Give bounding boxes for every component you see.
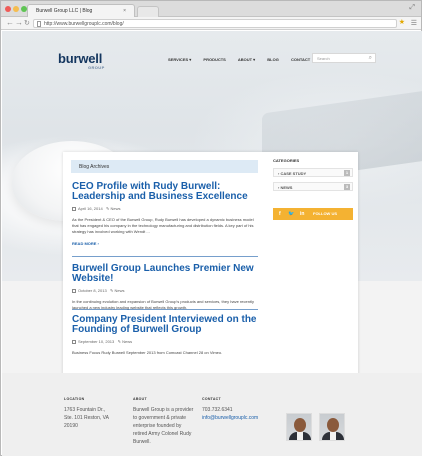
team-photo [286,413,312,441]
category-count-badge: 3 [344,184,350,190]
logo-text: burwell [58,51,103,66]
about-line: retired Army Colonel Rudy [133,431,192,437]
follow-us-label[interactable]: FOLLOW US [313,211,337,216]
tab-close-icon[interactable]: × [123,8,126,14]
email-link[interactable]: info@burwellgrouplc.com [202,414,258,422]
linkedin-icon[interactable]: in [300,211,304,217]
address-bar[interactable]: http://www.burwellgrouplc.com/blog/ [33,19,397,28]
back-arrow-icon[interactable]: ← [6,18,14,27]
footer-contact: CONTACT 703.732.6341 info@burwellgrouplc… [202,397,258,422]
tag-icon: ✎ [117,339,121,344]
footer-location: LOCATION 1763 Fountain Dr., Ste. 101 Res… [64,397,109,430]
search-input[interactable]: Search ⌕ [312,53,376,63]
read-more-link[interactable]: READ MORE › [72,241,258,246]
phone-number[interactable]: 703.732.6341 [202,406,258,414]
post-excerpt: As the President & CEO of the Burwell Gr… [72,217,254,234]
tab-bar: Burwell Group LLC | Blog × ⤢ [1,1,421,17]
contact-title: CONTACT [202,397,221,401]
category-news[interactable]: › NEWS 3 [273,182,353,191]
post-title[interactable]: CEO Profile with Rudy Burwell: Leadershi… [72,182,258,202]
search-placeholder: Search [317,56,330,61]
url-text: http://www.burwellgrouplc.com/blog/ [44,21,124,27]
main-nav: SERVICES ▾ PRODUCTS ABOUT ▾ BLOG CONTACT [168,57,321,62]
nav-contact[interactable]: CONTACT [291,57,310,62]
post-divider [72,256,258,257]
tab-title: Burwell Group LLC | Blog [36,8,93,14]
site-footer: LOCATION 1763 Fountain Dr., Ste. 101 Res… [2,373,422,456]
location-title: LOCATION [64,397,85,401]
page-icon [37,21,41,27]
post-excerpt: Business Focus Rudy Burwell September 20… [72,350,223,355]
post-meta: October 8, 2013 ✎ News [72,288,258,293]
post-date: October 8, 2013 [78,288,107,293]
browser-tab-active[interactable]: Burwell Group LLC | Blog × [27,4,135,17]
post-category[interactable]: News [122,339,132,344]
address-toolbar: ← → ↻ http://www.burwellgrouplc.com/blog… [1,17,421,30]
tag-icon: ✎ [110,288,114,293]
blog-post: Burwell Group Launches Premier New Websi… [72,264,258,311]
fullscreen-icon[interactable]: ⤢ [409,4,415,12]
sidebar: CATEGORIES › CASE STUDY 1 › NEWS 3 f 🐦 i… [273,158,353,220]
photo-face [327,418,339,432]
photo-shirt [297,432,303,440]
footer-about: ABOUT Burwell Group is a provider to gov… [133,397,193,446]
site-header: burwell GROUP SERVICES ▾ PRODUCTS ABOUT … [2,31,422,71]
post-category[interactable]: News [115,288,125,293]
archives-heading: Blog Archives [71,160,258,173]
contact-info: 703.732.6341 info@burwellgrouplc.com [202,406,258,422]
photo-face [294,418,306,432]
tag-icon: ✎ [106,206,110,211]
web-page: burwell GROUP SERVICES ▾ PRODUCTS ABOUT … [2,31,422,456]
post-title[interactable]: Burwell Group Launches Premier New Websi… [72,264,258,284]
post-meta: April 16, 2014 ✎ News [72,206,258,211]
reload-icon[interactable]: ↻ [24,19,30,27]
social-follow-bar: f 🐦 in FOLLOW US [273,208,353,220]
calendar-icon [72,289,76,293]
nav-services[interactable]: SERVICES ▾ [168,57,191,62]
bookmark-star-icon[interactable]: ★ [399,18,405,26]
category-label: › CASE STUDY [278,171,307,176]
close-window-button[interactable] [5,6,11,12]
new-tab-button[interactable] [137,6,159,17]
category-count-badge: 1 [344,170,350,176]
forward-arrow-icon[interactable]: → [15,18,23,27]
category-case-study[interactable]: › CASE STUDY 1 [273,168,353,177]
about-line: Burwell. [133,439,151,445]
twitter-icon[interactable]: 🐦 [288,211,294,217]
minimize-window-button[interactable] [13,6,19,12]
address-line: 1763 Fountain Dr., [64,407,106,413]
nav-about[interactable]: ABOUT ▾ [238,57,255,62]
post-title[interactable]: Company President Interviewed on the Fou… [72,315,258,335]
post-divider [72,309,258,310]
calendar-icon [72,340,76,344]
location-address: 1763 Fountain Dr., Ste. 101 Reston, VA 2… [64,406,109,430]
browser-window: Burwell Group LLC | Blog × ⤢ ← → ↻ http:… [0,0,422,456]
address-line: Ste. 101 Reston, VA [64,415,109,421]
team-photo [319,413,345,441]
post-date: April 16, 2014 [78,206,103,211]
about-title: ABOUT [133,397,147,401]
about-text: Burwell Group is a provider to governmen… [133,406,193,446]
about-line: Burwell Group is a provider [133,407,194,413]
logo-subtext: GROUP [88,65,105,70]
browser-menu-icon[interactable]: ☰ [411,19,417,27]
blog-post: Company President Interviewed on the Fou… [72,315,258,356]
address-line: 20190 [64,423,78,429]
post-meta: September 10, 2013 ✎ News [72,339,258,344]
post-category[interactable]: News [111,206,121,211]
category-label: › NEWS [278,185,293,190]
search-icon[interactable]: ⌕ [369,55,372,62]
about-line: to government & private [133,415,187,421]
nav-products[interactable]: PRODUCTS [203,57,225,62]
site-logo[interactable]: burwell GROUP [58,51,104,70]
nav-blog[interactable]: BLOG [267,57,279,62]
calendar-icon [72,207,76,211]
facebook-icon[interactable]: f [279,211,281,217]
about-line: enterprise founded by [133,423,182,429]
post-date: September 10, 2013 [78,339,115,344]
photo-shirt [330,432,336,440]
categories-title: CATEGORIES [273,158,300,163]
blog-post: CEO Profile with Rudy Burwell: Leadershi… [72,182,258,246]
